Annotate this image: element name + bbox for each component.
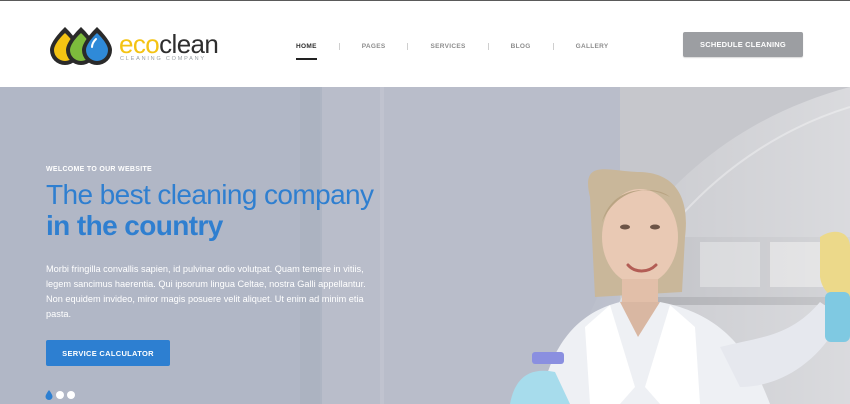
nav-item-pages[interactable]: PAGES: [362, 43, 386, 50]
slide-indicator-dot[interactable]: [56, 391, 64, 399]
slide-indicator-dot[interactable]: [67, 391, 75, 399]
nav-item-gallery[interactable]: GALLERY: [576, 43, 609, 50]
nav-divider: [407, 42, 409, 50]
hero-title-line-2: in the country: [46, 210, 223, 241]
water-drops-logo-icon: [50, 27, 112, 65]
hero-slider: WELCOME TO OUR WEBSITE The best cleaning…: [0, 87, 850, 404]
hero-description: Morbi fringilla convallis sapien, id pul…: [46, 264, 366, 319]
hero-title-line-1: The best cleaning company: [46, 179, 374, 210]
cleaner-woman-photo: [510, 169, 850, 404]
nav-divider: [338, 42, 340, 50]
schedule-cleaning-button[interactable]: SCHEDULE CLEANING: [683, 32, 803, 57]
slide-indicator-active-drop-icon[interactable]: [45, 390, 53, 400]
brand-tagline: cleaning company: [120, 56, 206, 62]
service-calculator-button[interactable]: SERVICE CALCULATOR: [46, 340, 170, 366]
slider-pagination: [45, 390, 75, 400]
brand-wordmark: ecoclean: [119, 29, 219, 59]
brand-name-eco: eco: [119, 29, 160, 59]
nav-divider: [552, 42, 554, 50]
nav-divider: [487, 42, 489, 50]
main-nav: HOME PAGES SERVICES BLOG GALLERY: [296, 39, 609, 60]
nav-item-blog[interactable]: BLOG: [511, 43, 531, 50]
nav-item-home[interactable]: HOME: [296, 43, 317, 60]
site-header: ecoclean cleaning company HOME PAGES SER…: [0, 1, 850, 87]
nav-item-services[interactable]: SERVICES: [430, 43, 465, 50]
brand-name-clean: clean: [159, 29, 219, 59]
hero-kicker: WELCOME TO OUR WEBSITE: [46, 166, 153, 173]
brand-logo[interactable]: ecoclean cleaning company: [46, 25, 236, 67]
